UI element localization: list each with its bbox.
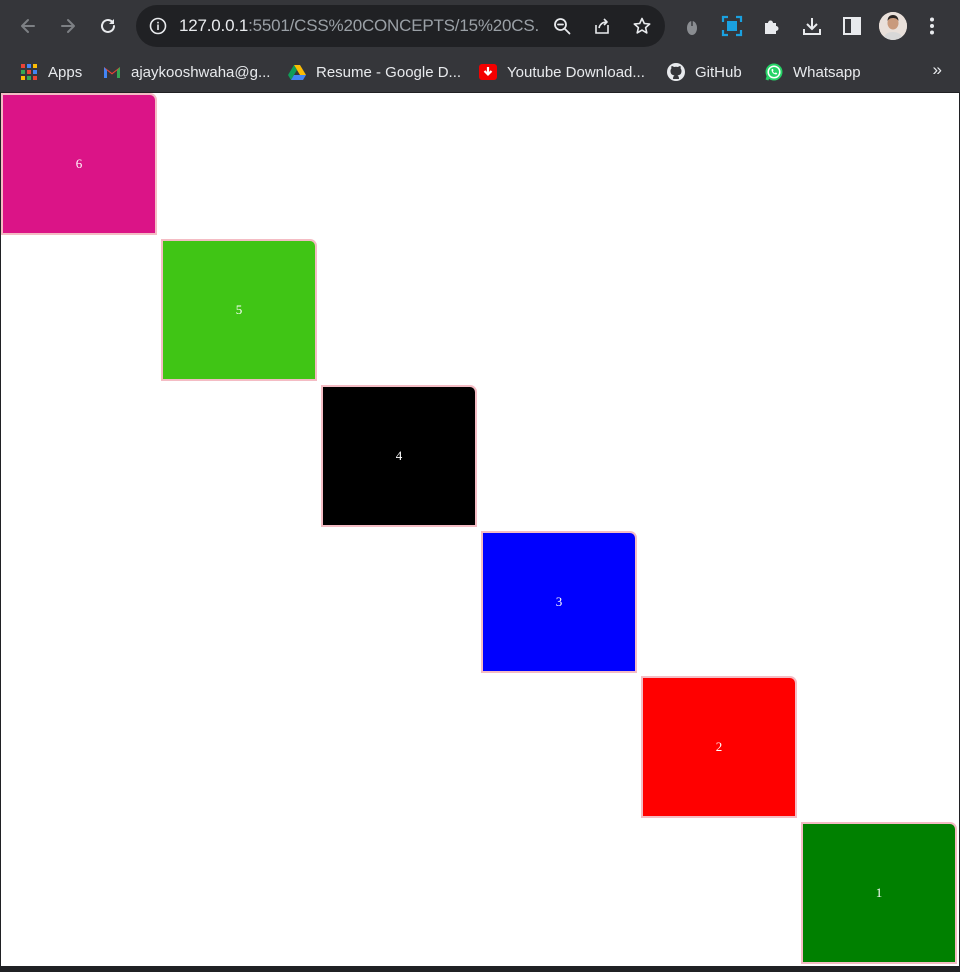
box-2: 2: [641, 676, 797, 818]
side-panel-button[interactable]: [839, 12, 865, 40]
zoom-icon: [554, 18, 571, 35]
box-label: 2: [715, 739, 723, 754]
downloads-button[interactable]: [799, 12, 825, 40]
box-3: 3: [481, 531, 637, 673]
bookmark-youtube-download[interactable]: Youtube Download...: [478, 59, 645, 85]
browser-menu-button[interactable]: [919, 12, 945, 40]
box-label: 1: [875, 885, 883, 900]
bookmark-label: Whatsapp: [793, 63, 861, 81]
bookmark-resume[interactable]: Resume - Google D...: [287, 59, 461, 85]
url-path: :5501/CSS%20CONCEPTS/15%20CS...: [248, 16, 539, 35]
forward-button[interactable]: [52, 10, 84, 42]
profile-photo-icon: [879, 12, 907, 40]
whatsapp-icon: [764, 62, 784, 82]
bookmark-star-button[interactable]: [632, 16, 652, 36]
apps-grid-icon: [19, 62, 39, 82]
bookmark-label: Youtube Download...: [507, 63, 645, 81]
box-5: 5: [161, 239, 317, 381]
gmail-icon: [102, 62, 122, 82]
github-icon: [666, 62, 686, 82]
share-button[interactable]: [592, 16, 612, 36]
box-label: 6: [75, 156, 83, 171]
avatar[interactable]: [879, 12, 907, 40]
extension-mouse-button[interactable]: [679, 12, 705, 40]
bookmark-label: Resume - Google D...: [316, 63, 462, 81]
bookmark-whatsapp[interactable]: Whatsapp: [764, 59, 861, 85]
bookmarks-bar: Apps ajaykooshwaha@g... Resume - Google …: [0, 52, 960, 92]
box-label: 5: [235, 302, 243, 317]
page-viewport: 6 5 4 3 2 1: [1, 93, 959, 966]
zoom-button[interactable]: [552, 16, 572, 36]
address-bar[interactable]: 127.0.0.1:5501/CSS%20CONCEPTS/15%20CS...: [136, 5, 665, 47]
browser-toolbar: 127.0.0.1:5501/CSS%20CONCEPTS/15%20CS...: [0, 0, 960, 52]
extensions-button[interactable]: [759, 12, 785, 40]
box-label: 4: [395, 448, 403, 463]
window-bottom-edge: [0, 966, 960, 972]
bookmark-label: Apps: [48, 63, 83, 81]
reload-icon: [101, 18, 115, 33]
share-icon: [595, 18, 609, 34]
bookmark-label: GitHub: [695, 63, 742, 81]
forward-icon: [61, 19, 75, 33]
url-text[interactable]: 127.0.0.1:5501/CSS%20CONCEPTS/15%20CS...: [179, 16, 539, 36]
screen-capture-button[interactable]: [719, 12, 745, 40]
url-host: 127.0.0.1: [179, 16, 249, 35]
side-panel-icon: [843, 17, 861, 35]
bookmark-github[interactable]: GitHub: [666, 59, 742, 85]
back-button[interactable]: [12, 10, 44, 42]
google-drive-icon: [287, 62, 307, 82]
back-icon: [21, 19, 35, 33]
extensions-icon: [765, 20, 779, 34]
info-icon[interactable]: [148, 16, 168, 36]
extension-mouse-icon: [687, 21, 697, 35]
box-label: 3: [555, 594, 563, 609]
reload-button[interactable]: [92, 10, 124, 42]
box-6: 6: [1, 93, 157, 235]
bookmarks-overflow-button[interactable]: »: [933, 60, 942, 80]
box-1: 1: [801, 822, 957, 964]
menu-icon: [930, 17, 934, 35]
screen-capture-icon: [721, 15, 743, 37]
bookmark-apps[interactable]: Apps: [19, 59, 82, 85]
bookmark-gmail[interactable]: ajaykooshwaha@g...: [102, 59, 270, 85]
star-icon: [633, 17, 651, 34]
bookmark-label: ajaykooshwaha@g...: [131, 63, 271, 81]
download-icon: [803, 18, 821, 35]
box-4: 4: [321, 385, 477, 527]
youtube-download-icon: [478, 62, 498, 82]
